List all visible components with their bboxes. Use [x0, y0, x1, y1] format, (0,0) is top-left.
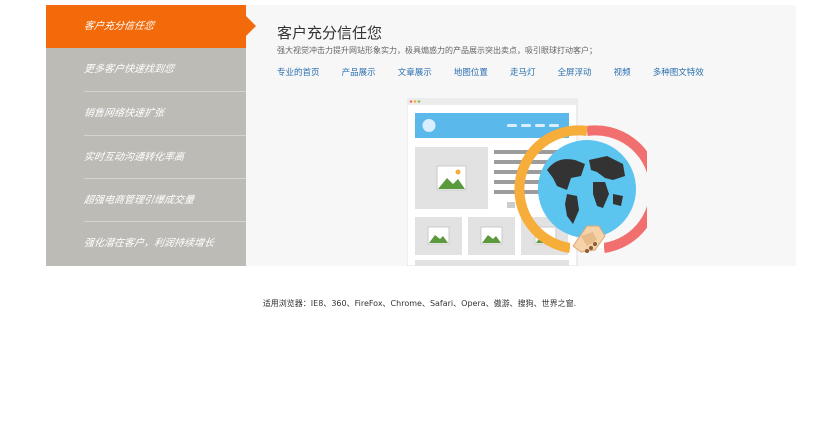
feature-link-video[interactable]: 视频	[614, 66, 631, 78]
feature-link-map[interactable]: 地图位置	[454, 66, 488, 78]
sidebar: 客户充分信任您 更多客户快速找到您 销售网络快速扩张 实时互动沟通转化率高 超强…	[46, 5, 256, 266]
feature-link-products[interactable]: 产品展示	[342, 66, 376, 78]
sidebar-item-label: 更多客户快速找到您	[83, 64, 175, 75]
sidebar-item-label: 实时互动沟通转化率高	[83, 152, 185, 163]
feature-link-marquee[interactable]: 走马灯	[510, 66, 536, 78]
sidebar-item-potential-customers[interactable]: 强化潜在客户，利润持续增长	[46, 222, 246, 265]
sidebar-item-ecommerce[interactable]: 超强电商管理引爆成交量	[46, 179, 246, 222]
sidebar-item-sales-network[interactable]: 销售网络快速扩张	[46, 92, 246, 135]
feature-link-articles[interactable]: 文章展示	[398, 66, 432, 78]
feature-link-fullscreen-float[interactable]: 全屏浮动	[558, 66, 592, 78]
website-globe-illustration	[407, 98, 647, 266]
feature-panel: 客户充分信任您 更多客户快速找到您 销售网络快速扩张 实时互动沟通转化率高 超强…	[46, 5, 796, 266]
page-title: 客户充分信任您	[277, 24, 383, 42]
browser-compatibility-note: 适用浏览器：IE8、360、FireFox、Chrome、Safari、Oper…	[262, 299, 577, 308]
feature-link-effects[interactable]: 多种图文特效	[653, 66, 704, 78]
sidebar-item-label: 超强电商管理引爆成交量	[83, 195, 195, 206]
feature-link-homepage[interactable]: 专业的首页	[277, 66, 320, 78]
sidebar-item-realtime-chat[interactable]: 实时互动沟通转化率高	[46, 136, 246, 179]
page-description: 强大视觉冲击力提升网站形象实力，极具煽惑力的产品展示突出卖点，吸引眼球打动客户；	[277, 46, 597, 55]
sidebar-item-find[interactable]: 更多客户快速找到您	[46, 48, 246, 91]
sidebar-item-label: 强化潜在客户，利润持续增长	[83, 238, 215, 249]
sidebar-item-trust[interactable]: 客户充分信任您	[46, 5, 256, 48]
sidebar-item-label: 销售网络快速扩张	[83, 108, 165, 119]
feature-links: 专业的首页 产品展示 文章展示 地图位置 走马灯 全屏浮动 视频 多种图文特效	[277, 60, 721, 78]
globe-icon	[514, 125, 647, 253]
sidebar-item-label: 客户充分信任您	[83, 21, 155, 32]
